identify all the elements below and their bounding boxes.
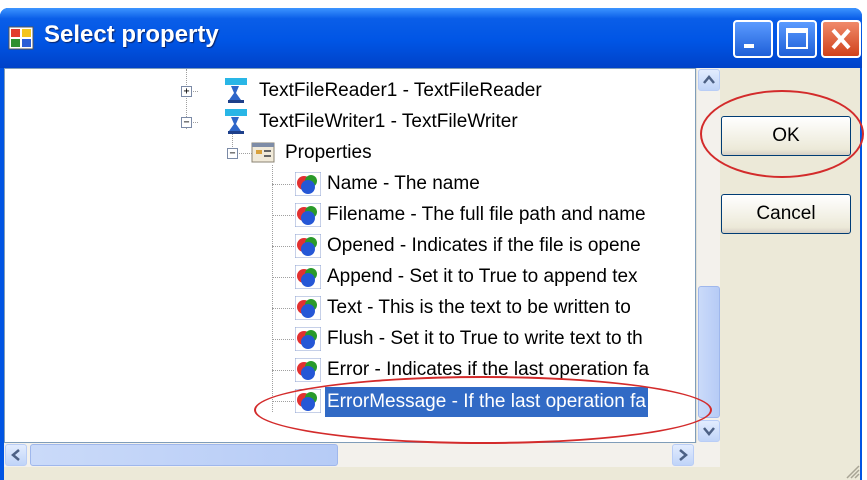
scroll-down-button[interactable] xyxy=(698,420,720,442)
tree-node-label: Name - The name xyxy=(327,173,480,194)
scroll-left-button[interactable] xyxy=(5,444,27,466)
dialog-client-area: + TextFileReader1 - TextFileReader − Tex… xyxy=(4,68,864,480)
scroll-right-button[interactable] xyxy=(672,444,694,466)
tree-node-label: Flush - Set it to True to write text to … xyxy=(327,328,643,349)
cancel-button[interactable]: Cancel xyxy=(721,194,851,234)
chevron-up-icon xyxy=(703,75,715,84)
property-filename[interactable]: Filename - The full file path and name xyxy=(327,200,646,230)
vertical-scroll-thumb[interactable] xyxy=(698,286,720,418)
title-bar[interactable]: Select property xyxy=(0,8,862,68)
resize-grip-icon[interactable] xyxy=(844,463,860,479)
tree-node-label: TextFileReader1 - TextFileReader xyxy=(259,80,542,101)
tree-node-label: Filename - The full file path and name xyxy=(327,204,646,225)
component-icon xyxy=(225,78,247,103)
close-button[interactable] xyxy=(821,20,861,58)
highlight-oval-ok xyxy=(700,90,864,178)
horizontal-scrollbar[interactable] xyxy=(4,443,720,467)
tree-line xyxy=(272,165,273,412)
horizontal-scroll-thumb[interactable] xyxy=(30,444,338,466)
tree-line xyxy=(272,308,294,309)
tree-line xyxy=(272,215,294,216)
maximize-icon xyxy=(786,28,808,49)
property-text[interactable]: Text - This is the text to be written to xyxy=(327,293,631,323)
application-icon xyxy=(8,26,34,50)
property-opened[interactable]: Opened - Indicates if the file is opene xyxy=(327,231,641,261)
tree-node-properties[interactable]: Properties xyxy=(285,138,372,168)
property-icon xyxy=(295,234,321,258)
property-append[interactable]: Append - Set it to True to append tex xyxy=(327,262,638,292)
tree-line xyxy=(272,370,294,371)
tree-line xyxy=(272,339,294,340)
expand-icon[interactable]: + xyxy=(181,86,192,97)
dialog-window: Select property + TextFileReader1 - Text… xyxy=(0,8,864,480)
component-icon xyxy=(225,109,247,134)
tree-node-textfilewriter[interactable]: TextFileWriter1 - TextFileWriter xyxy=(259,107,518,137)
tree-node-label: Properties xyxy=(285,142,372,163)
tree-node-label: TextFileWriter1 - TextFileWriter xyxy=(259,111,518,132)
maximize-button[interactable] xyxy=(777,20,817,58)
property-icon xyxy=(295,358,321,382)
chevron-left-icon xyxy=(11,449,20,461)
tree-node-label: Opened - Indicates if the file is opene xyxy=(327,235,641,256)
collapse-icon[interactable]: − xyxy=(227,148,238,159)
tree-line xyxy=(272,184,294,185)
chevron-down-icon xyxy=(703,427,715,436)
collapse-icon[interactable]: − xyxy=(181,117,192,128)
tree-node-label: Text - This is the text to be written to xyxy=(327,297,631,318)
tree-node-textfilereader[interactable]: TextFileReader1 - TextFileReader xyxy=(259,76,542,106)
cancel-button-label: Cancel xyxy=(756,203,816,224)
close-icon xyxy=(831,28,851,50)
property-icon xyxy=(295,203,321,227)
property-name[interactable]: Name - The name xyxy=(327,169,480,199)
property-icon xyxy=(295,296,321,320)
tree-line xyxy=(272,246,294,247)
scroll-up-button[interactable] xyxy=(698,69,720,91)
property-icon xyxy=(295,265,321,289)
property-flush[interactable]: Flush - Set it to True to write text to … xyxy=(327,324,643,354)
window-title: Select property xyxy=(44,21,219,48)
minimize-button[interactable] xyxy=(733,20,773,58)
highlight-oval-errormessage xyxy=(254,376,712,444)
tree-line xyxy=(272,277,294,278)
minimize-icon xyxy=(744,44,754,48)
property-icon xyxy=(295,172,321,196)
properties-icon xyxy=(251,142,275,163)
property-icon xyxy=(295,327,321,351)
tree-node-label: Append - Set it to True to append tex xyxy=(327,266,638,287)
chevron-right-icon xyxy=(679,449,688,461)
